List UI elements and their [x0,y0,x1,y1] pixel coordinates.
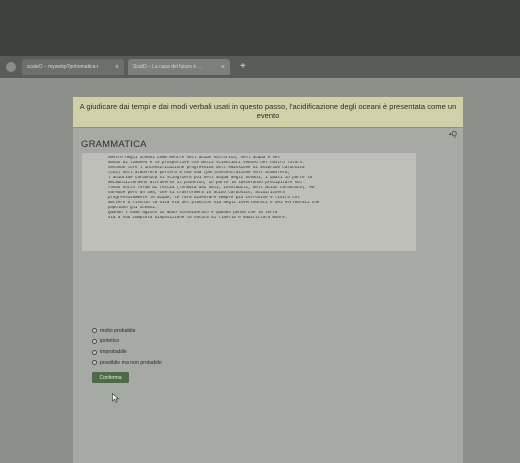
line-text: Mentre negli oceani come mentre nell'aci… [108,156,280,160]
answer-options: molto probabile ipotetico improbabile possi… [92,326,162,369]
browser-tab-1[interactable]: scaleO – mywebp?pnhomatica-i × [22,59,124,75]
browser-dark-bar [0,0,520,56]
browser-tab-2[interactable]: ScalO – La casa del futuro è … × [128,59,230,75]
radio-button[interactable] [92,349,97,355]
exercise-panel: GRAMMATICA ▴Q Mentre negli oceani come m… [73,128,463,463]
radio-button[interactable] [92,360,97,366]
confirm-button[interactable]: Conferma [92,372,129,383]
option-label: possibile ma non probabile [100,359,162,366]
line-text: metabolizzeranno attraverso il plancton,… [108,181,303,185]
tab-title: ScalO – La casa del futuro è … [133,64,203,70]
line-text: fondo sotto forma di roccia (formata dai… [108,186,315,190]
section-title: GRAMMATICA [81,139,147,150]
zoom-icon[interactable]: ▴Q [449,131,457,138]
option-label: ipotetico [100,338,120,345]
line-text: (CO2) nell'atmosfera porterà a una sua (… [108,171,290,175]
line-text: popolano gli oceani. [108,206,158,210]
answer-option[interactable]: molto probabile [92,326,162,336]
line-text: Secondo loro l'intensificazione progress… [108,166,305,170]
option-label: improbabile [100,349,127,356]
line-text: sarebbe però un 30%, che si trasformerà … [108,191,285,195]
tab-title: scaleO – mywebp?pnhomatica-i [27,64,99,70]
answer-option[interactable]: improbabile [92,347,162,357]
passage-text: Mentre negli oceani come mentre nell'aci… [82,153,416,251]
option-label: molto probabile [100,327,136,334]
close-icon[interactable]: × [221,64,225,71]
line-text: sia a sua completa disposizione la natur… [108,216,288,220]
close-icon[interactable]: × [115,64,119,71]
browser-control-icon[interactable] [6,62,16,72]
line-text: progressivamente le acque, le farà diven… [108,196,300,200]
zoom-icon-glyph: Q [451,131,457,138]
line-text: mondo di limones è le prospettive che mo… [108,161,305,165]
question-banner: A giudicare dai tempi e dai modi verbali… [73,97,463,127]
mouse-cursor-icon [112,393,120,403]
browser-tab-bar: scaleO – mywebp?pnhomatica-i × ScalO – L… [0,56,520,78]
line-text: Quando l'uomo agisce in modo sconsiderat… [108,211,278,215]
line-text: mettere a rischio la vita sia del planct… [108,201,320,205]
passage-line: sia a sua completa disposizione la natur… [108,216,412,221]
question-prompt: A giudicare dai tempi e dai modi verbali… [79,102,457,120]
line-text: l'anidride carbonica si scioglierà poi n… [108,176,312,180]
answer-option[interactable]: ipotetico [92,337,162,347]
radio-button[interactable] [92,338,97,344]
radio-button[interactable] [92,328,97,334]
answer-option[interactable]: possibile ma non probabile [92,358,162,368]
new-tab-button[interactable]: + [240,62,246,72]
